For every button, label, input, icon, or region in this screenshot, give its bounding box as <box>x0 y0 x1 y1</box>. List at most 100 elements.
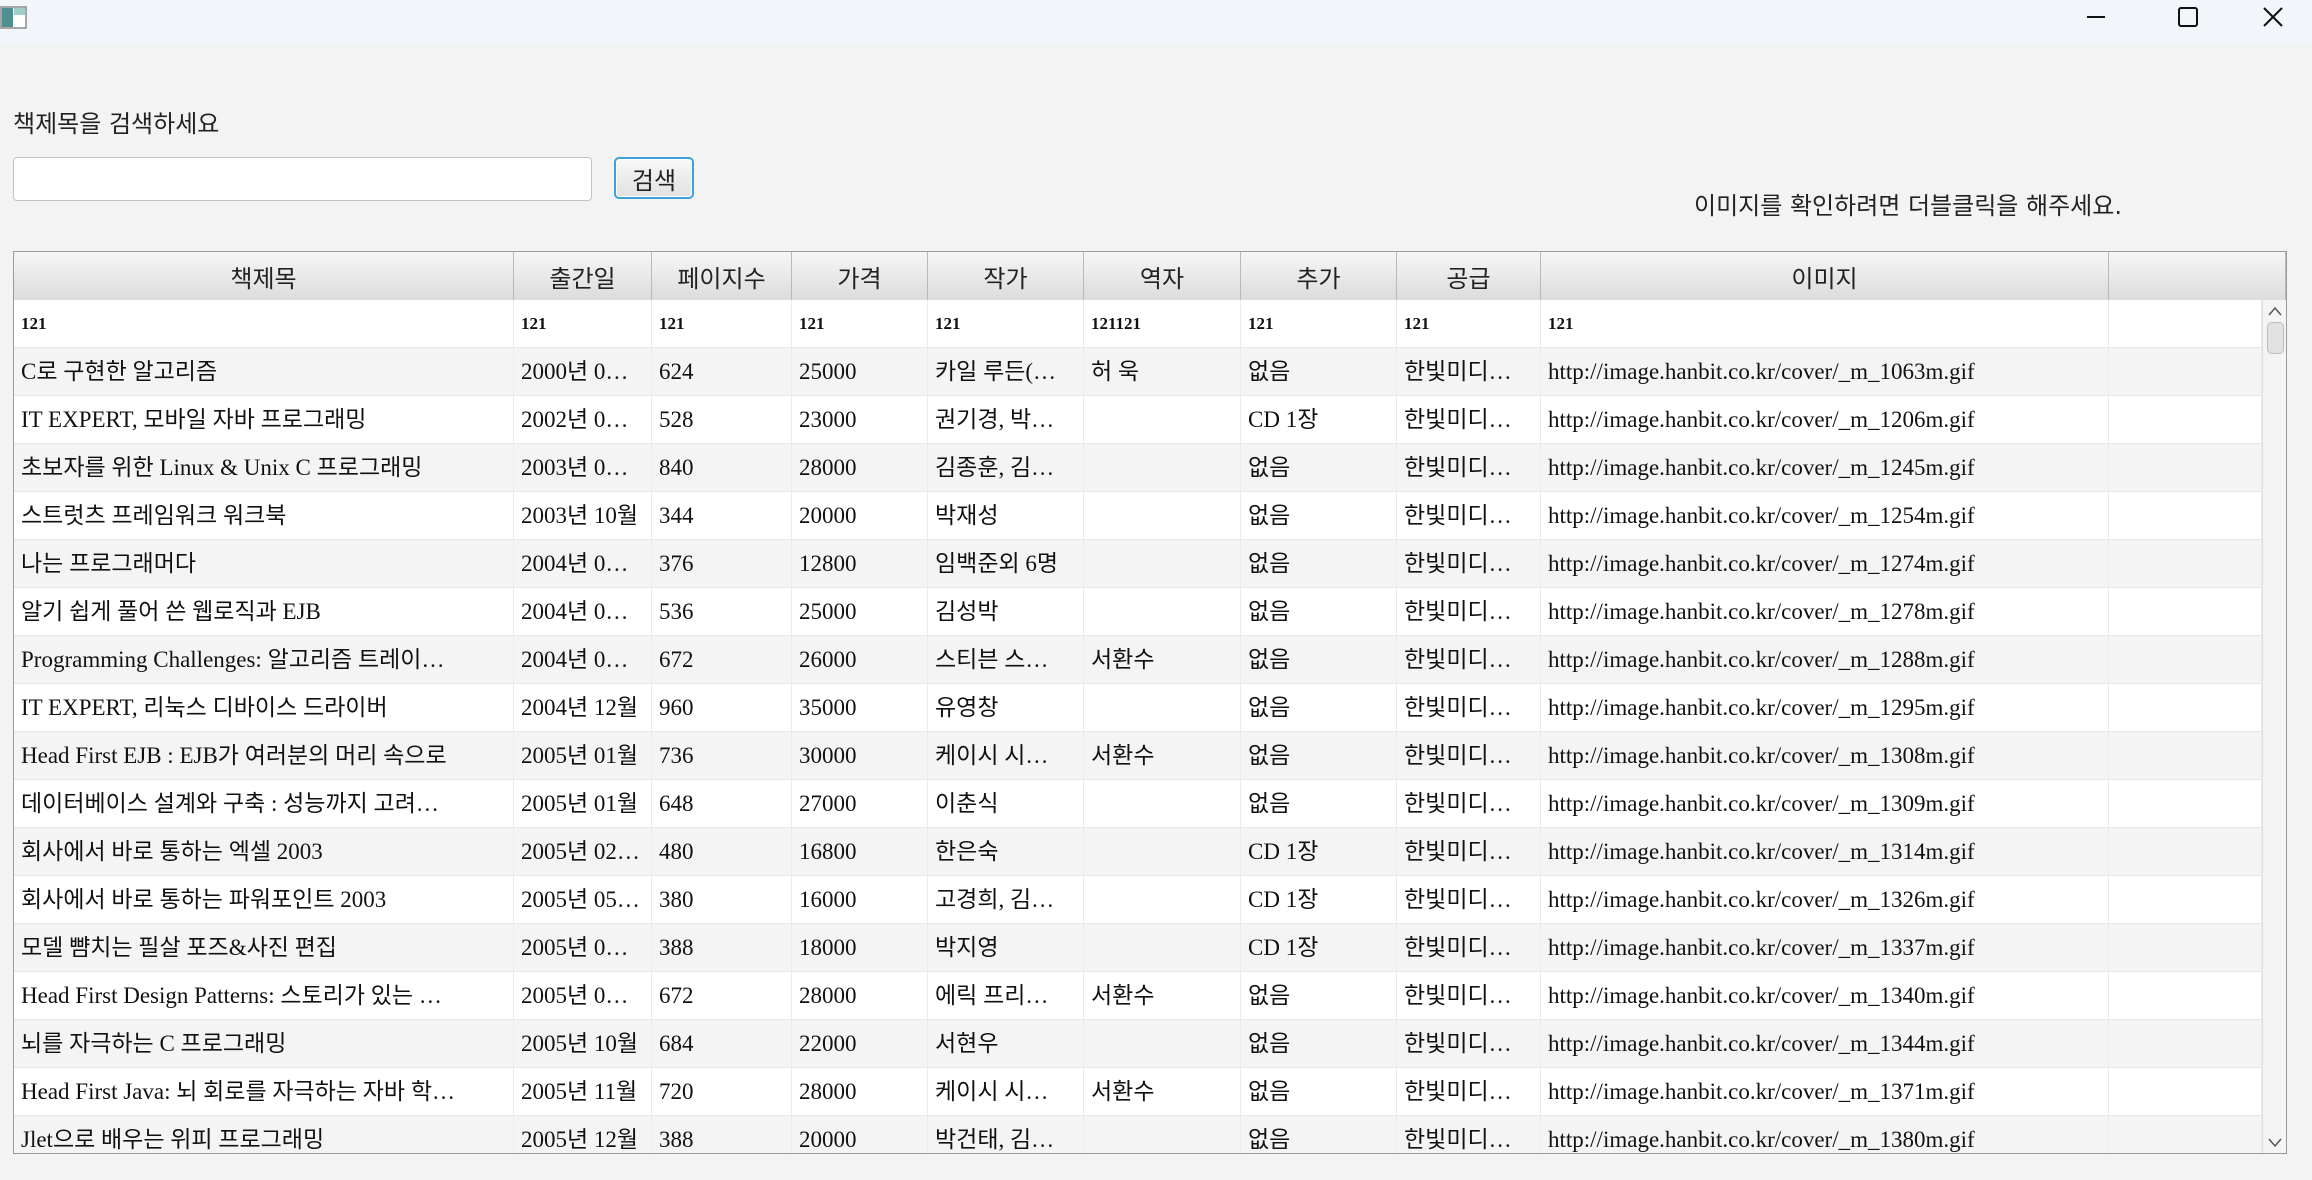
cell-pubdate: 2005년 12월 <box>514 1116 652 1153</box>
column-header-price[interactable]: 가격 <box>792 252 928 300</box>
minimize-button[interactable] <box>2050 0 2142 33</box>
cell-supplier: 한빛미디… <box>1397 1116 1541 1153</box>
cell-author[interactable]: 121 <box>928 300 1084 347</box>
cell-price: 28000 <box>792 1068 928 1115</box>
table-row[interactable]: IT EXPERT, 모바일 자바 프로그래밍 2002년 0… 528 23000 권… <box>14 396 2262 444</box>
cell-price: 25000 <box>792 348 928 395</box>
table-row[interactable]: Head First EJB : EJB가 여러분의 머리 속으로 2005년 0… <box>14 732 2262 780</box>
cell-pages: 960 <box>652 684 792 731</box>
cell-pubdate: 2005년 02… <box>514 828 652 875</box>
cell-blank <box>2109 396 2262 443</box>
cell-extra: 없음 <box>1241 348 1397 395</box>
table-row[interactable]: 알기 쉽게 풀어 쓴 웹로직과 EJB 2004년 0… 536 25000 김성박 없음… <box>14 588 2262 636</box>
cell-supplier: 한빛미디… <box>1397 684 1541 731</box>
search-label: 책제목을 검색하세요 <box>13 110 220 138</box>
table-row[interactable]: Jlet으로 배우는 위피 프로그래밍 2005년 12월 388 20000 박건태,… <box>14 1116 2262 1153</box>
cell-extra: 없음 <box>1241 1020 1397 1067</box>
scroll-up-icon[interactable] <box>2268 306 2282 316</box>
cell-author: 케이시 시… <box>928 1068 1084 1115</box>
vertical-scrollbar[interactable] <box>2262 300 2286 1153</box>
column-header-author[interactable]: 작가 <box>928 252 1084 300</box>
cell-pubdate[interactable]: 121 <box>514 300 652 347</box>
column-header-pubdate[interactable]: 출간일 <box>514 252 652 300</box>
cell-translator[interactable]: 121121 <box>1084 300 1241 347</box>
table-row[interactable]: 회사에서 바로 통하는 파워포인트 2003 2005년 05… 380 16000 고… <box>14 876 2262 924</box>
cell-title: IT EXPERT, 리눅스 디바이스 드라이버 <box>14 684 514 731</box>
cell-supplier[interactable]: 121 <box>1397 300 1541 347</box>
search-button[interactable]: 검색 <box>614 157 694 199</box>
maximize-button[interactable] <box>2142 0 2234 33</box>
cell-blank <box>2109 780 2262 827</box>
cell-title: IT EXPERT, 모바일 자바 프로그래밍 <box>14 396 514 443</box>
cell-image: http://image.hanbit.co.kr/cover/_m_1206m… <box>1541 396 2109 443</box>
cell-translator <box>1084 828 1241 875</box>
cell-title: 회사에서 바로 통하는 파워포인트 2003 <box>14 876 514 923</box>
column-header-translator[interactable]: 역자 <box>1084 252 1241 300</box>
table-row[interactable]: 뇌를 자극하는 C 프로그래밍 2005년 10월 684 22000 서현우 없음 한빛미… <box>14 1020 2262 1068</box>
cell-blank <box>2109 540 2262 587</box>
cell-image: http://image.hanbit.co.kr/cover/_m_1295m… <box>1541 684 2109 731</box>
cell-author: 권기경, 박… <box>928 396 1084 443</box>
cell-supplier: 한빛미디… <box>1397 492 1541 539</box>
cell-price: 16800 <box>792 828 928 875</box>
cell-pubdate: 2004년 12월 <box>514 684 652 731</box>
table-row[interactable]: Head First Design Patterns: 스토리가 있는 … 200… <box>14 972 2262 1020</box>
column-header-extra[interactable]: 추가 <box>1241 252 1397 300</box>
cell-extra[interactable]: 121 <box>1241 300 1397 347</box>
cell-blank <box>2109 348 2262 395</box>
table-row[interactable]: Head First Java: 뇌 회로를 자극하는 자바 학… 2005년 1… <box>14 1068 2262 1116</box>
cell-extra: 없음 <box>1241 588 1397 635</box>
scrollbar-thumb[interactable] <box>2267 322 2284 354</box>
cell-pages: 376 <box>652 540 792 587</box>
edit-row[interactable]: 121 121 121 121 121 121121 121 121 121 <box>14 300 2262 348</box>
cell-extra: 없음 <box>1241 636 1397 683</box>
cell-pubdate: 2004년 0… <box>514 636 652 683</box>
cell-pubdate: 2005년 10월 <box>514 1020 652 1067</box>
cell-pages[interactable]: 121 <box>652 300 792 347</box>
table-row[interactable]: 초보자를 위한 Linux & Unix C 프로그래밍 2003년 0… 840 2… <box>14 444 2262 492</box>
cell-author: 김종훈, 김… <box>928 444 1084 491</box>
cell-pages: 672 <box>652 972 792 1019</box>
cell-translator: 허 욱 <box>1084 348 1241 395</box>
table-row[interactable]: 회사에서 바로 통하는 엑셀 2003 2005년 02… 480 16800 한은숙 C… <box>14 828 2262 876</box>
maximize-icon <box>2178 6 2198 27</box>
column-header-extra-empty[interactable] <box>2109 252 2286 300</box>
column-header-image[interactable]: 이미지 <box>1541 252 2109 300</box>
table-row[interactable]: C로 구현한 알고리즘 2000년 0… 624 25000 카일 루든(… 허 욱 없음 한… <box>14 348 2262 396</box>
cell-blank <box>2109 588 2262 635</box>
cell-pubdate: 2003년 10월 <box>514 492 652 539</box>
close-icon <box>2263 6 2283 27</box>
cell-title[interactable]: 121 <box>14 300 514 347</box>
cell-supplier: 한빛미디… <box>1397 1068 1541 1115</box>
column-header-title[interactable]: 책제목 <box>14 252 514 300</box>
cell-blank <box>2109 876 2262 923</box>
cell-title: 초보자를 위한 Linux & Unix C 프로그래밍 <box>14 444 514 491</box>
table-row[interactable]: 나는 프로그래머다 2004년 0… 376 12800 임백준외 6명 없음 한빛미디… h… <box>14 540 2262 588</box>
table-row[interactable]: 스트럿츠 프레임워크 워크북 2003년 10월 344 20000 박재성 없음 한빛미디… <box>14 492 2262 540</box>
cell-supplier: 한빛미디… <box>1397 732 1541 779</box>
cell-blank <box>2109 732 2262 779</box>
scroll-down-icon[interactable] <box>2268 1138 2282 1148</box>
search-input[interactable] <box>13 157 592 201</box>
column-header-pages[interactable]: 페이지수 <box>652 252 792 300</box>
cell-supplier: 한빛미디… <box>1397 972 1541 1019</box>
title-bar <box>0 0 2312 44</box>
table-row[interactable]: 데이터베이스 설계와 구축 : 성능까지 고려… 2005년 01월 648 2700… <box>14 780 2262 828</box>
cell-blank <box>2109 972 2262 1019</box>
table-row[interactable]: IT EXPERT, 리눅스 디바이스 드라이버 2004년 12월 960 3500… <box>14 684 2262 732</box>
cell-title: 뇌를 자극하는 C 프로그래밍 <box>14 1020 514 1067</box>
cell-price[interactable]: 121 <box>792 300 928 347</box>
minimize-icon <box>2087 15 2105 18</box>
cell-supplier: 한빛미디… <box>1397 396 1541 443</box>
book-table[interactable]: 책제목 출간일 페이지수 가격 작가 역자 추가 공급 이미지 121 121 12… <box>13 251 2287 1154</box>
cell-extra: CD 1장 <box>1241 828 1397 875</box>
cell-blank[interactable] <box>2109 300 2262 347</box>
table-row[interactable]: 모델 뺨치는 필살 포즈&사진 편집 2005년 0… 388 18000 박지영 CD … <box>14 924 2262 972</box>
close-button[interactable] <box>2234 0 2312 33</box>
cell-pubdate: 2000년 0… <box>514 348 652 395</box>
cell-pubdate: 2003년 0… <box>514 444 652 491</box>
cell-image[interactable]: 121 <box>1541 300 2109 347</box>
column-header-supplier[interactable]: 공급 <box>1397 252 1541 300</box>
table-row[interactable]: Programming Challenges: 알고리즘 트레이… 2004년 0… <box>14 636 2262 684</box>
cell-title: 스트럿츠 프레임워크 워크북 <box>14 492 514 539</box>
